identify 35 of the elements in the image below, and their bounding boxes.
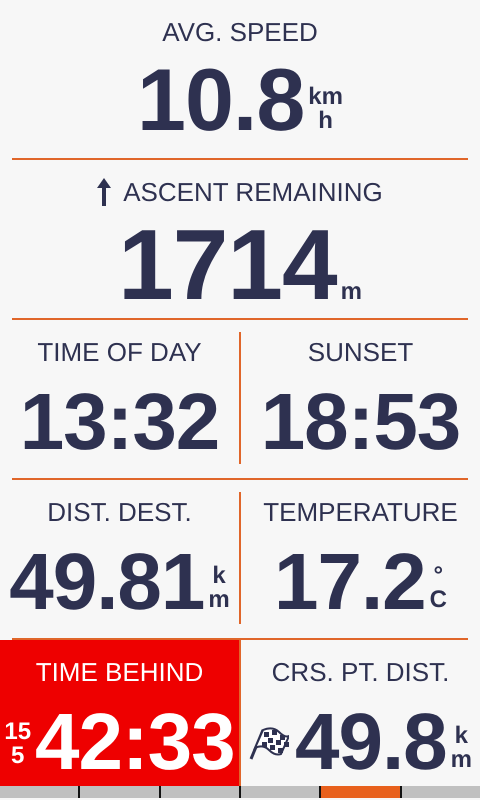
page-indicator[interactable] <box>0 786 78 798</box>
arrow-up-icon <box>97 178 112 206</box>
unit-text: h <box>318 109 333 134</box>
field-value: 49.81 <box>9 546 204 618</box>
field-value: 42:33 <box>35 706 235 778</box>
page-indicator[interactable] <box>80 786 159 798</box>
unit-text: km <box>308 85 343 110</box>
unit-text: k <box>212 564 226 588</box>
page-indicator[interactable] <box>402 786 480 798</box>
field-label: AVG. SPEED <box>162 16 318 48</box>
page-indicator[interactable] <box>160 786 239 798</box>
unit-text: m <box>208 588 230 612</box>
unit-text: m <box>450 748 472 772</box>
checkered-flag-icon <box>248 726 289 760</box>
unit-text: ° <box>434 564 444 588</box>
unit-text: k <box>454 724 468 748</box>
field-value: 49.8 <box>294 706 447 778</box>
field-label: SUNSET <box>308 336 414 368</box>
prefix-text: 15 <box>4 720 32 744</box>
prefix-text: 5 <box>11 744 24 768</box>
unit-text: m <box>340 280 362 304</box>
field-label: DIST. DEST. <box>47 496 192 528</box>
page-indicator[interactable] <box>240 786 320 798</box>
field-value: 17.2 <box>274 546 426 618</box>
field-label: TIME BEHIND <box>36 656 204 688</box>
field-label: CRS. PT. DIST. <box>272 656 450 688</box>
field-value: 18:53 <box>260 386 460 458</box>
field-label: ASCENT REMAINING <box>123 176 383 208</box>
field-value: 13:32 <box>20 386 220 458</box>
field-value: 1714 <box>118 220 337 310</box>
unit-text: C <box>430 588 448 612</box>
field-label: TIME OF DAY <box>37 336 202 368</box>
field-label: TEMPERATURE <box>263 496 458 528</box>
page-indicator[interactable] <box>321 786 400 798</box>
field-value: 10.8 <box>137 60 304 140</box>
